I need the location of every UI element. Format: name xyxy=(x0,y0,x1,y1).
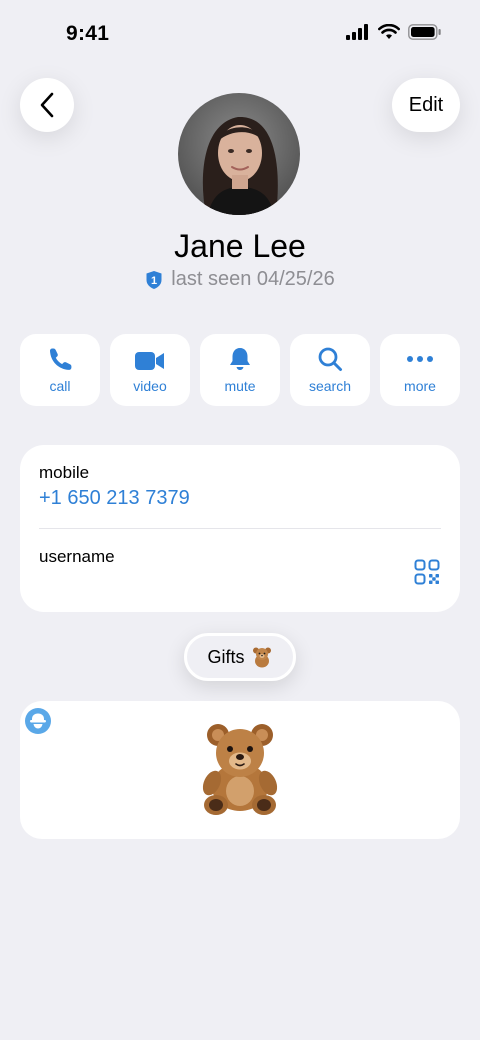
last-seen-row: 1 last seen 04/25/26 xyxy=(0,268,480,291)
username-label: username xyxy=(39,547,115,566)
video-camera-icon xyxy=(135,352,164,370)
search-label: search xyxy=(308,378,352,394)
avatar-photo xyxy=(178,93,300,215)
teddy-bear-icon xyxy=(252,647,271,668)
badge-number: 1 xyxy=(151,275,157,287)
status-time: 9:41 xyxy=(66,22,110,45)
phone-icon xyxy=(49,348,72,370)
video-label: video xyxy=(133,378,167,394)
contact-name: Jane Lee xyxy=(174,228,306,264)
mute-label: mute xyxy=(224,378,256,394)
cellular-signal-icon xyxy=(346,24,368,40)
more-dots-icon xyxy=(407,356,433,362)
edit-button-label: Edit xyxy=(408,93,444,116)
back-button[interactable] xyxy=(20,78,74,132)
divider xyxy=(39,528,441,529)
shield-badge-icon: 1 xyxy=(145,270,163,290)
call-label: call xyxy=(49,378,71,394)
gift-source-icon xyxy=(25,708,51,734)
avatar[interactable] xyxy=(178,93,300,215)
search-icon xyxy=(318,347,342,371)
mobile-label: mobile xyxy=(39,463,90,482)
qr-code-icon xyxy=(414,559,440,585)
contact-info-card: mobile +1 650 213 7379 username xyxy=(20,445,460,612)
call-button[interactable]: call xyxy=(20,334,100,406)
mute-button[interactable]: mute xyxy=(200,334,280,406)
edit-button[interactable]: Edit xyxy=(392,78,460,132)
bell-icon xyxy=(230,348,250,370)
wifi-icon xyxy=(378,24,400,39)
more-label: more xyxy=(404,378,436,394)
gifts-label: Gifts xyxy=(207,646,245,667)
qr-code-button[interactable] xyxy=(414,559,440,590)
video-button[interactable]: video xyxy=(110,334,190,406)
action-buttons: call video mute search more xyxy=(20,334,460,406)
teddy-bear-gift-icon xyxy=(202,724,278,815)
status-bar: 9:41 xyxy=(0,0,480,70)
status-icons xyxy=(346,24,442,40)
more-button[interactable]: more xyxy=(380,334,460,406)
chevron-left-icon xyxy=(40,92,54,118)
gifts-tab[interactable]: Gifts xyxy=(184,633,296,681)
search-button[interactable]: search xyxy=(290,334,370,406)
mobile-number[interactable]: +1 650 213 7379 xyxy=(39,487,190,510)
gift-card[interactable] xyxy=(20,701,460,839)
battery-icon xyxy=(408,24,441,40)
last-seen-text: last seen 04/25/26 xyxy=(171,268,335,290)
